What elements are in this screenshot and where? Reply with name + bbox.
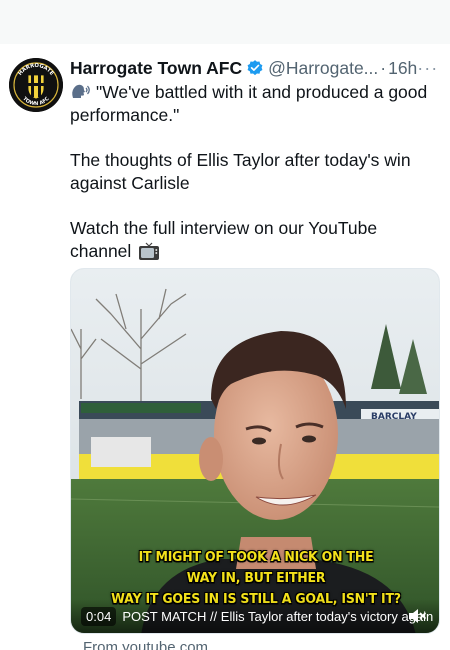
tweet-text: "We've battled with it and produced a go… — [70, 81, 440, 263]
speaking-head-icon — [72, 84, 90, 98]
link-source[interactable]: From youtube.com — [83, 639, 208, 650]
video-duration: 0:04 — [81, 606, 117, 626]
mute-icon[interactable] — [407, 607, 427, 625]
quote-paragraph: "We've battled with it and produced a go… — [70, 81, 440, 127]
television-icon — [139, 242, 160, 260]
author-handle[interactable]: @Harrogate... — [268, 58, 378, 79]
summary-text: The thoughts of Ellis Taylor after today… — [70, 150, 411, 193]
timestamp[interactable]: 16h — [388, 58, 417, 79]
cta-paragraph: Watch the full interview on our YouTube … — [70, 217, 440, 263]
separator-dot: · — [380, 57, 387, 78]
quote-text: "We've battled with it and produced a go… — [70, 82, 428, 125]
author-name[interactable]: Harrogate Town AFC — [70, 58, 242, 79]
tweet-header: Harrogate Town AFC @Harrogate... · 16h ·… — [70, 56, 442, 80]
subtitle-line-1: IT MIGHT OF TOOK A NICK ON THE — [138, 548, 374, 565]
verified-badge-icon — [247, 60, 263, 76]
video-player[interactable]: BARCLAY IT MIGHT OF TOOK A NICK ON THE W… — [70, 268, 440, 634]
avatar[interactable]: HARROGATE TOWN AFC — [9, 58, 63, 112]
subtitle-line-2: WAY IN, BUT EITHER — [186, 569, 326, 586]
video-title: POST MATCH // Ellis Taylor after today's… — [122, 608, 434, 624]
cta-text: Watch the full interview on our YouTube … — [70, 218, 378, 261]
more-options-icon[interactable]: ··· — [417, 58, 438, 79]
club-crest-icon: HARROGATE TOWN AFC — [9, 58, 63, 112]
video-info-bar: 0:04 POST MATCH // Ellis Taylor after to… — [71, 599, 439, 633]
top-strip — [0, 0, 450, 44]
